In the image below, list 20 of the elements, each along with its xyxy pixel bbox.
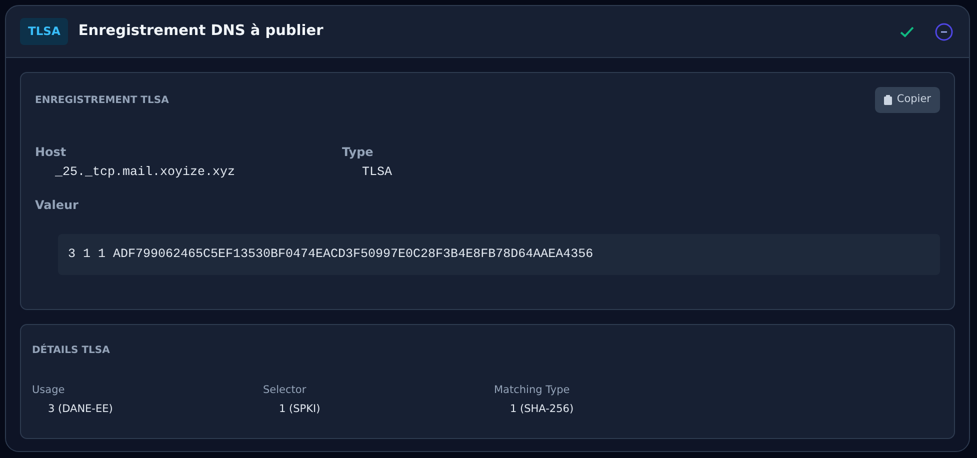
record-value: 3 1 1 ADF799062465C5EF13530BF0474EACD3F50997E0C28F3B4E8FB78D64AAEA4356: [58, 234, 940, 274]
field-value: 1 (SPKI): [278, 402, 322, 418]
record-type-badge: TLSA: [20, 18, 68, 46]
field-label: Type: [342, 144, 374, 161]
field-label: Selector: [263, 382, 308, 398]
field-value: TLSA: [361, 164, 394, 181]
field-value: 1 (SHA-256): [509, 402, 575, 418]
field-label: Host: [35, 144, 68, 161]
section-title: ENREGISTREMENT TLSA: [35, 94, 169, 108]
check-icon: [900, 26, 914, 38]
field-label: Matching Type: [494, 382, 571, 398]
field-value: _25._tcp.mail.xoyize.xyz: [54, 164, 236, 181]
panel-title: Enregistrement DNS à publier: [78, 22, 324, 41]
field-label: Usage: [32, 382, 66, 398]
field-value: 3 (DANE-EE): [47, 402, 114, 418]
section-title: DÉTAILS TLSA: [32, 342, 111, 358]
copy-button[interactable]: Copier: [874, 87, 940, 113]
clipboard-icon: [884, 95, 892, 106]
field-label: Valeur: [35, 196, 80, 214]
minus-circle-icon[interactable]: [935, 22, 953, 41]
